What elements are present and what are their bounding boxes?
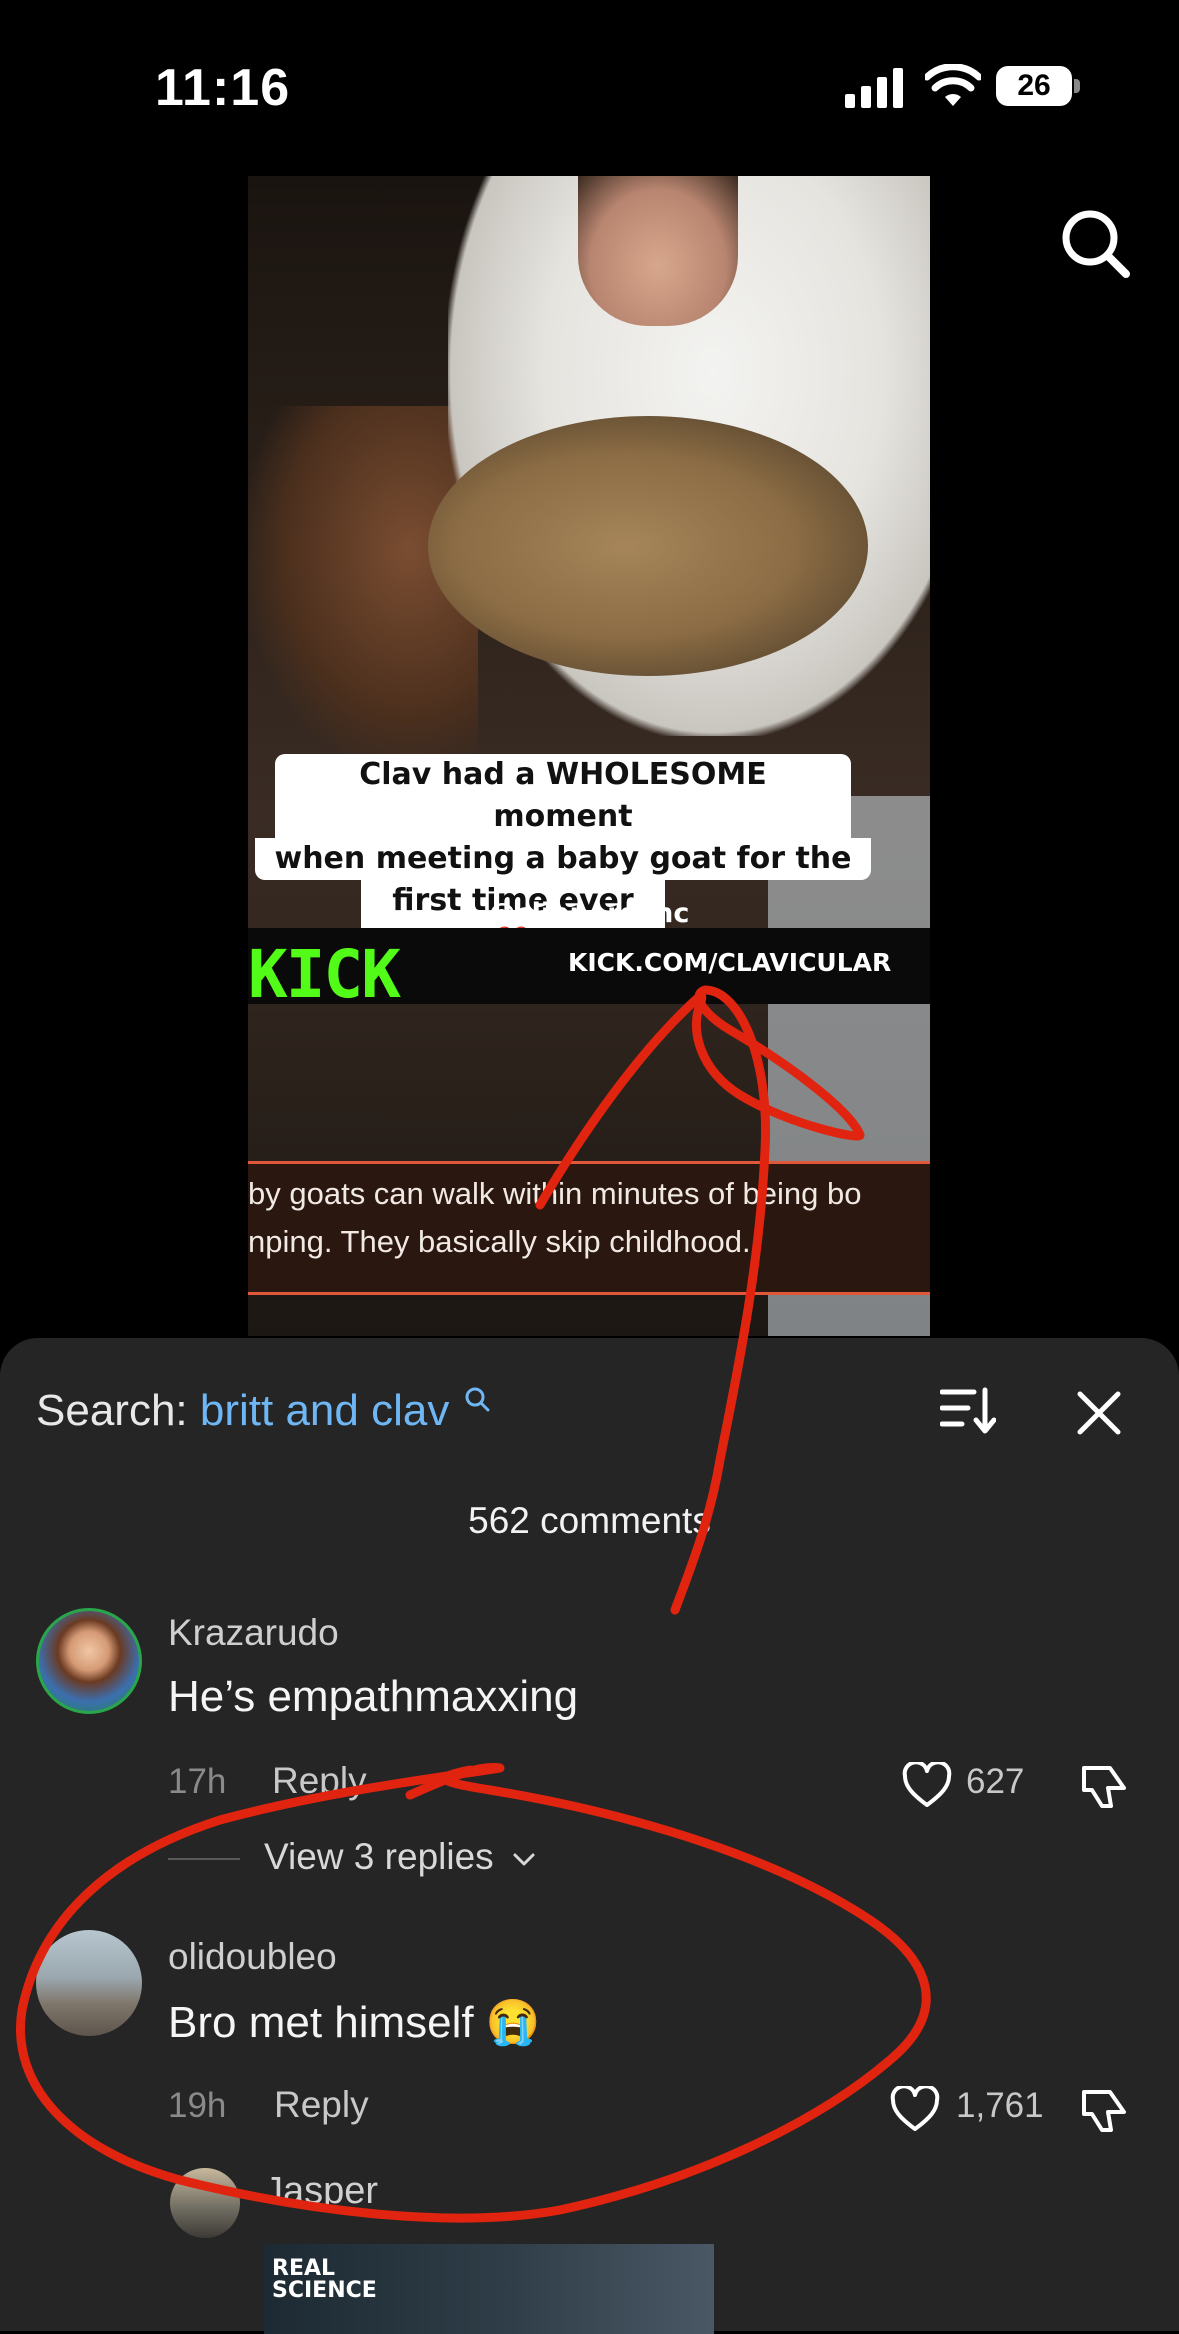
battery-cap — [1074, 79, 1080, 93]
comment-time: 19h — [168, 2086, 227, 2125]
heart-icon[interactable] — [902, 1762, 952, 1808]
comment-text: Bro met himself 😭 — [168, 1998, 541, 2047]
view-replies-button[interactable]: View 3 replies — [264, 1836, 536, 1878]
reply-username[interactable]: Jasper — [264, 2170, 378, 2213]
reply-button[interactable]: Reply — [274, 2084, 369, 2126]
comment-count: 562 comments — [468, 1500, 711, 1541]
wifi-icon — [925, 64, 981, 106]
close-icon[interactable] — [1076, 1390, 1122, 1436]
video-fact-box: by goats can walk within minutes of bein… — [248, 1161, 930, 1295]
search-query-icon — [465, 1387, 490, 1412]
video-scene-goat — [428, 416, 868, 676]
kick-banner: KICK KICK.COM/CLAVICULAR — [248, 928, 930, 1013]
search-label: Search: — [36, 1386, 188, 1435]
dislike-icon[interactable] — [1080, 2086, 1132, 2136]
caption-line-2: when meeting a baby goat for the — [255, 838, 871, 880]
cellular-signal-icon — [845, 68, 903, 108]
status-bar: 11:16 26 — [0, 0, 1179, 170]
heart-icon[interactable] — [890, 2086, 940, 2132]
video-scene-head — [578, 176, 738, 326]
comment-username[interactable]: Krazarudo — [168, 1612, 339, 1654]
avatar[interactable] — [36, 1930, 142, 2036]
comment-search[interactable]: Search: britt and clav — [36, 1386, 490, 1436]
replies-divider — [168, 1858, 240, 1860]
avatar[interactable] — [170, 2168, 240, 2238]
battery-indicator: 26 — [996, 66, 1082, 106]
video-player[interactable]: Clav had a WHOLESOME moment when meeting… — [248, 176, 930, 1336]
avatar[interactable] — [36, 1608, 142, 1714]
search-query[interactable]: britt and clav — [200, 1386, 449, 1435]
reply-image-text-line-2: SCIENCE — [272, 2278, 377, 2303]
comments-sheet: Search: britt and clav 562 comments Kraz… — [0, 1338, 1179, 2334]
dislike-icon[interactable] — [1080, 1762, 1132, 1812]
search-icon[interactable] — [1060, 208, 1130, 278]
like-count: 627 — [966, 1762, 1025, 1801]
comment-text: He’s empathmaxxing — [168, 1672, 579, 1721]
reply-button[interactable]: Reply — [272, 1760, 367, 1802]
sort-icon[interactable] — [940, 1386, 996, 1436]
reply-image[interactable]: REAL SCIENCE — [264, 2244, 714, 2334]
video-caption: Clav had a WHOLESOME moment when meeting… — [255, 754, 871, 964]
kick-logo: KICK — [248, 936, 401, 1013]
fact-line-1: by goats can walk within minutes of bein… — [248, 1176, 862, 1211]
reply-image-text: REAL SCIENCE — [272, 2258, 377, 2302]
view-replies-label: View 3 replies — [264, 1836, 494, 1877]
chevron-down-icon — [513, 1853, 535, 1866]
kick-url: KICK.COM/CLAVICULAR — [568, 948, 892, 977]
comment-time: 17h — [168, 1762, 227, 1801]
battery-level: 26 — [996, 66, 1072, 106]
status-time: 11:16 — [155, 59, 291, 117]
caption-line-1: Clav had a WHOLESOME moment — [275, 754, 851, 838]
like-count: 1,761 — [956, 2086, 1044, 2125]
fact-line-2: nping. They basically skip childhood. — [248, 1224, 751, 1259]
video-handle: @clippersync — [488, 898, 690, 929]
comment-username[interactable]: olidoubleo — [168, 1936, 337, 1978]
